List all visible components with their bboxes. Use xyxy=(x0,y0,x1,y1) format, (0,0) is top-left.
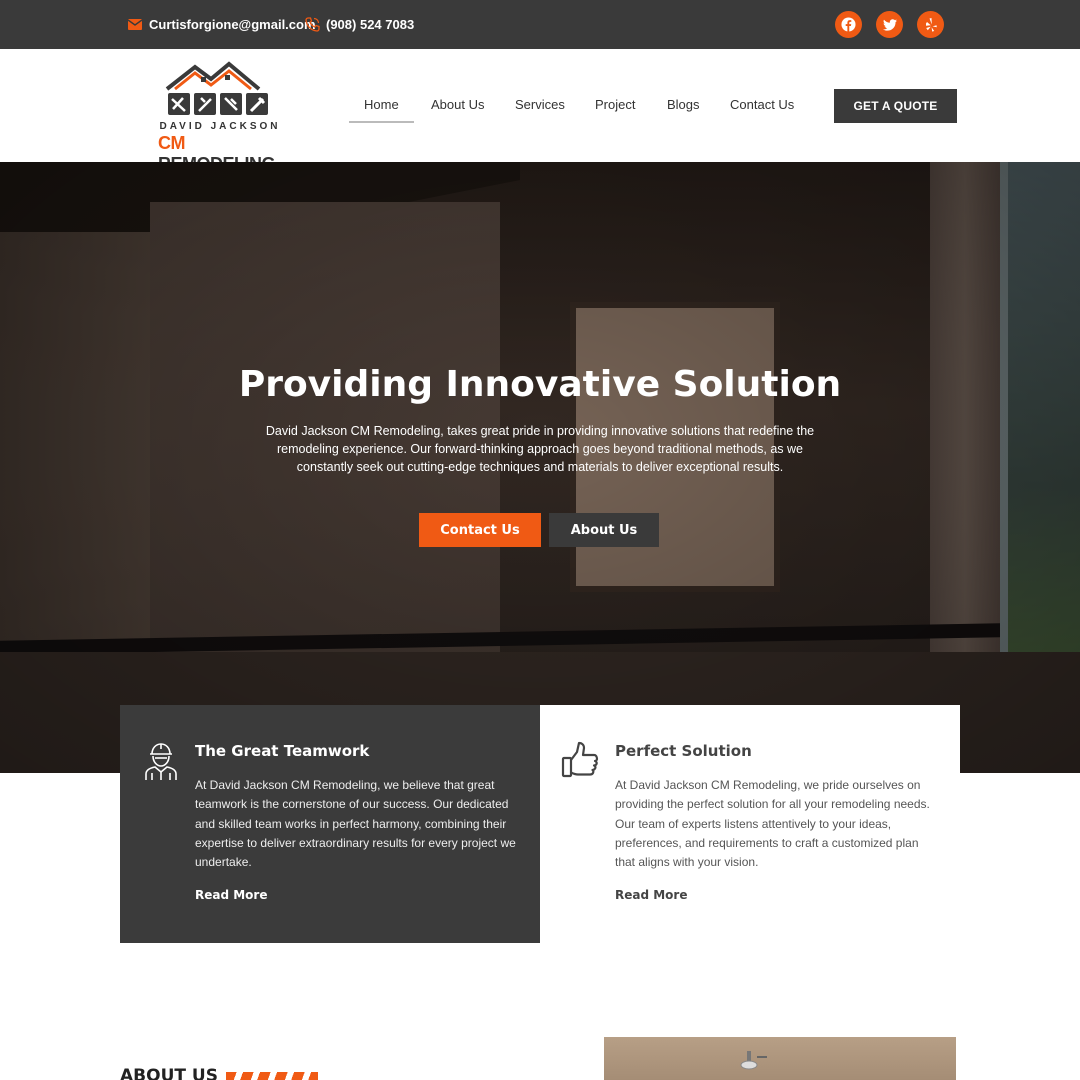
site-header: DAVID JACKSON CM REMODELING Home About U… xyxy=(0,49,1080,174)
nav-home[interactable]: Home xyxy=(349,97,414,123)
envelope-icon xyxy=(127,17,143,33)
read-more-link[interactable]: Read More xyxy=(195,888,268,902)
nav-blogs[interactable]: Blogs xyxy=(667,97,700,112)
phone-contact[interactable]: (908) 524 7083 xyxy=(304,0,414,49)
phone-icon xyxy=(304,17,320,33)
logo-text-cm: CM xyxy=(158,133,186,153)
email-text[interactable]: Curtisforgione@gmail.com xyxy=(149,17,316,32)
phone-text[interactable]: (908) 524 7083 xyxy=(326,17,414,32)
top-bar: Curtisforgione@gmail.com (908) 524 7083 xyxy=(0,0,1080,49)
hero-title: Providing Innovative Solution xyxy=(238,364,842,405)
feature-title: Perfect Solution xyxy=(615,742,752,760)
hero-section: Providing Innovative Solution David Jack… xyxy=(0,162,1080,773)
nav-contact-us[interactable]: Contact Us xyxy=(730,97,794,112)
light-fixture-icon xyxy=(740,1051,767,1070)
nav-services[interactable]: Services xyxy=(515,97,565,112)
feature-card-solution: Perfect Solution At David Jackson CM Rem… xyxy=(540,705,960,943)
nav-about-us[interactable]: About Us xyxy=(431,97,484,112)
logo-house-icon xyxy=(165,61,268,115)
worker-icon xyxy=(140,740,182,782)
contact-us-button[interactable]: Contact Us xyxy=(419,513,541,547)
logo[interactable]: DAVID JACKSON CM REMODELING xyxy=(155,59,285,174)
nav-project[interactable]: Project xyxy=(595,97,635,112)
feature-description: At David Jackson CM Remodeling, we pride… xyxy=(615,778,930,870)
email-contact[interactable]: Curtisforgione@gmail.com xyxy=(127,0,316,49)
feature-description: At David Jackson CM Remodeling, we belie… xyxy=(195,778,516,870)
yelp-icon[interactable] xyxy=(917,11,944,38)
feature-card-teamwork: The Great Teamwork At David Jackson CM R… xyxy=(120,705,540,943)
read-more-link[interactable]: Read More xyxy=(615,888,688,902)
about-us-button[interactable]: About Us xyxy=(549,513,659,547)
thumbs-up-icon xyxy=(560,740,602,782)
facebook-icon[interactable] xyxy=(835,11,862,38)
feature-title: The Great Teamwork xyxy=(195,742,370,760)
get-a-quote-button[interactable]: GET A QUOTE xyxy=(834,89,957,123)
about-image xyxy=(604,1037,956,1080)
twitter-icon[interactable] xyxy=(876,11,903,38)
logo-text-line1: DAVID JACKSON xyxy=(159,121,281,132)
about-section-title: ABOUT US xyxy=(120,1066,218,1080)
hero-description: David Jackson CM Remodeling, takes great… xyxy=(265,424,815,474)
title-accent-stripes xyxy=(226,1072,318,1080)
